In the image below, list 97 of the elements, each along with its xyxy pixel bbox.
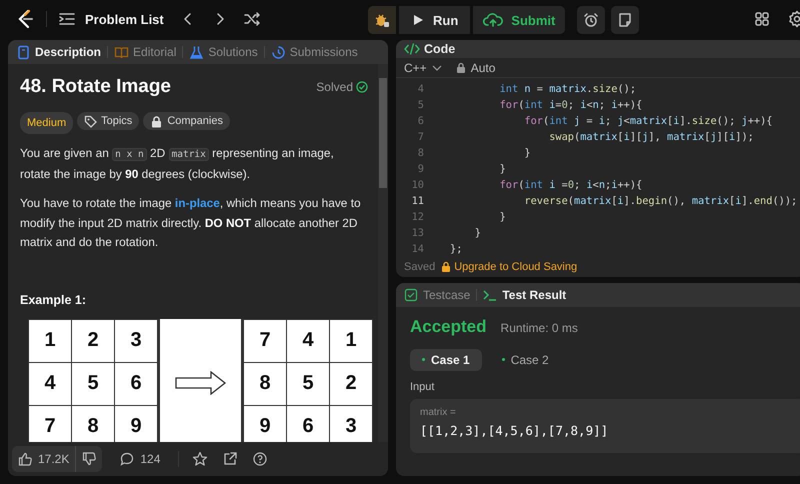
lock-icon	[456, 62, 466, 74]
description-tab[interactable]: Editorial	[114, 44, 176, 60]
line-number: 11	[410, 194, 424, 207]
code-line: };	[450, 242, 462, 255]
code-icon	[404, 42, 420, 56]
in-place-link[interactable]: in-place	[174, 196, 220, 210]
line-number: 13	[410, 226, 424, 239]
code-line: swap(matrix[i][j], matrix[j][i]);	[548, 130, 754, 143]
book-icon	[114, 44, 130, 60]
tag-button[interactable]: Companies	[143, 112, 230, 130]
difficulty-tag: Medium	[20, 112, 74, 134]
description-paragraph: You are given an n x n 2D matrix representing an image, rotate the image by 90 degrees (clockwise).	[20, 145, 335, 182]
matrix-cell: 2	[72, 320, 114, 362]
chevron-down-icon	[432, 64, 442, 72]
note-button[interactable]	[611, 6, 640, 34]
matrix-cell: 4	[287, 320, 329, 362]
problem-list-button[interactable]: Problem List	[59, 12, 164, 26]
result-tab[interactable]: Test Result	[483, 288, 566, 302]
upgrade-link[interactable]: Upgrade to Cloud Saving	[441, 260, 578, 273]
matrix-cell: 3	[115, 320, 157, 362]
run-button[interactable]: Run	[399, 6, 470, 34]
star-icon[interactable]	[192, 451, 208, 467]
logo-icon[interactable]	[16, 9, 34, 29]
bug-icon	[374, 12, 390, 28]
code-line: for(int i=0; i<n; i++){	[498, 98, 642, 111]
history-icon	[270, 44, 286, 60]
description-tab[interactable]: Description	[16, 44, 102, 60]
variable-name: matrix =	[420, 406, 457, 418]
layout-icon[interactable]	[754, 11, 770, 27]
description-paragraph: You have to rotate the image in-place, which means you have to modify the input 2D matrix directly. DO NOT allocate another 2D matrix and do the rotation.	[20, 195, 362, 251]
alarm-clock-icon	[583, 12, 600, 28]
line-number: 6	[416, 114, 424, 127]
line-number: 9	[416, 162, 424, 175]
list-icon	[59, 12, 75, 26]
matrix-cell: 2	[330, 362, 372, 404]
document-icon	[16, 44, 31, 60]
flask-icon	[189, 44, 204, 60]
code-line: }	[498, 162, 506, 175]
matrix-cell: 1	[29, 320, 71, 362]
scrollbar[interactable]	[378, 64, 388, 442]
matrix-cell: 4	[29, 362, 71, 404]
terminal-icon	[483, 288, 498, 302]
tag-icon	[84, 114, 98, 128]
example-heading: Example 1:	[20, 292, 88, 306]
line-number: 4	[416, 82, 424, 95]
tag-button[interactable]: Topics	[77, 112, 140, 130]
case-tab[interactable]: Case 1	[410, 348, 482, 371]
matrix-cell: 5	[72, 362, 114, 404]
matrix-cell: 1	[330, 320, 372, 362]
line-number: 7	[416, 130, 424, 143]
code-line: int n = matrix.size();	[498, 82, 636, 95]
code-line: }	[523, 146, 531, 159]
line-number: 8	[416, 146, 424, 159]
comment-icon	[120, 452, 134, 466]
alarm-button[interactable]	[577, 6, 606, 34]
description-tab[interactable]: Solutions	[189, 44, 258, 60]
check-circle-icon	[356, 81, 368, 93]
input-label: Input	[410, 380, 436, 393]
problem-title: 48. Rotate Image	[20, 76, 171, 98]
matrix-cell: 8	[244, 362, 286, 404]
code-line: for(int j = i; j<matrix[i].size(); j++){	[523, 114, 772, 127]
matrix-cell: 7	[244, 320, 286, 362]
matrix-cell: 5	[287, 362, 329, 404]
comments-button[interactable]: 124	[114, 446, 166, 472]
right-arrow-icon	[174, 371, 226, 395]
mode-label: Auto	[470, 60, 496, 75]
case-tab[interactable]: Case 2	[490, 348, 561, 371]
thumbs-up-icon	[18, 452, 32, 466]
line-number: 10	[410, 178, 424, 191]
verdict-text: Accepted	[410, 316, 487, 337]
solved-status: Solved	[316, 80, 353, 94]
code-line: reverse(matrix[i].begin(), matrix[i].end());	[523, 194, 798, 207]
thumbs-down-icon	[82, 452, 96, 466]
lock-icon	[441, 261, 452, 272]
line-number: 5	[416, 98, 424, 111]
description-tab[interactable]: Submissions	[270, 44, 358, 60]
help-icon[interactable]	[252, 451, 268, 467]
language-dropdown[interactable]: C++	[404, 60, 442, 75]
saved-status: Saved	[404, 260, 436, 273]
submit-button[interactable]: Submit	[473, 6, 566, 34]
line-number: 14	[410, 242, 424, 255]
lock-icon	[150, 114, 164, 128]
panel-title: Code	[424, 42, 456, 56]
matrix-cell: 6	[115, 362, 157, 404]
line-number: 12	[410, 210, 424, 223]
debug-button[interactable]	[368, 6, 396, 34]
cloud-upload-icon	[483, 12, 504, 28]
runtime-text: Runtime: 0 ms	[500, 320, 578, 335]
code-line: }	[474, 226, 481, 239]
input-value: [[1,2,3],[4,5,6],[7,8,9]]	[420, 422, 610, 438]
share-icon[interactable]	[222, 451, 238, 467]
code-line: for(int i =0; i<n;i++){	[498, 178, 642, 191]
play-icon	[411, 13, 425, 27]
note-icon	[617, 12, 634, 28]
code-line: }	[498, 210, 506, 223]
checkbox-icon	[404, 288, 418, 302]
result-tab[interactable]: Testcase	[404, 288, 470, 302]
